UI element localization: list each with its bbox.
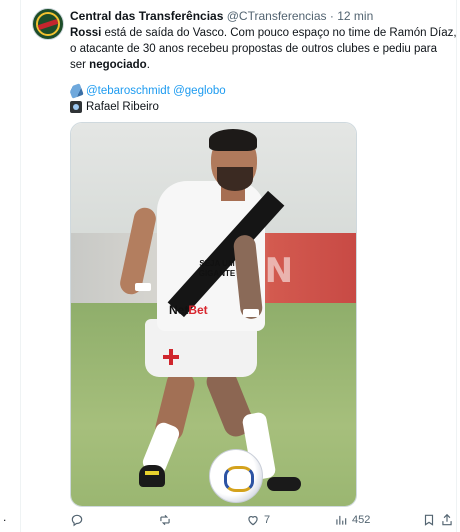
player-hair xyxy=(209,129,257,151)
shirt-sponsor-a: Net xyxy=(169,303,189,317)
shirt-slogan-top: SEJA UM xyxy=(199,259,235,268)
player-beard xyxy=(217,167,253,191)
avatar[interactable] xyxy=(32,8,64,40)
tweet-text-line-3: ser negociado. xyxy=(70,57,452,73)
heart-icon xyxy=(248,516,258,526)
tweet-text-bold-name: Rossi xyxy=(70,27,102,39)
credit-photo-row: Rafael Ribeiro xyxy=(70,99,226,115)
timeline-right-border xyxy=(456,0,457,532)
meta-separator: · xyxy=(329,9,334,23)
bookmark-button[interactable] xyxy=(422,512,436,528)
pen-icon xyxy=(68,83,84,99)
credit-links-row: @tebaroschmidt @geglobo xyxy=(68,83,226,99)
tweet-text-line-3-post: . xyxy=(146,59,150,71)
credit-links[interactable]: @tebaroschmidt @geglobo xyxy=(86,83,226,99)
player-right-boot xyxy=(267,477,301,491)
shirt-sponsor-b: Bet xyxy=(188,303,208,317)
credit-photographer: Rafael Ribeiro xyxy=(86,101,159,113)
share-icon xyxy=(442,513,452,526)
side-marker: . xyxy=(3,510,7,524)
tweet-text: Rossi está de saída do Vasco. Com pouco … xyxy=(70,25,457,73)
views-button[interactable]: 452 xyxy=(334,512,370,528)
reply-icon xyxy=(71,514,83,527)
bookmark-icon xyxy=(424,514,434,526)
retweet-button[interactable] xyxy=(158,512,176,528)
like-count: 7 xyxy=(264,514,271,526)
reply-button[interactable] xyxy=(70,512,88,528)
camera-icon xyxy=(70,101,82,113)
views-chart-icon xyxy=(336,515,347,525)
player-shirt-slogan: SEJA UM GIGANTE xyxy=(195,259,239,279)
player-shirt-sponsor: NetBet xyxy=(169,303,208,317)
tweet-text-line-2: o atacante de 30 anos recebeu propostas … xyxy=(70,43,437,55)
tweet-actions: 7 452 xyxy=(70,512,452,528)
retweet-icon xyxy=(160,514,170,526)
tweet-text-line-3-pre: ser xyxy=(70,59,90,71)
tweet-credits: @tebaroschmidt @geglobo Rafael Ribeiro xyxy=(68,83,226,115)
player-left-wristband xyxy=(135,283,151,291)
tweet-card[interactable]: Central das Transferências @CTransferenc… xyxy=(20,0,457,532)
shirt-slogan-bottom: GIGANTE xyxy=(198,269,236,278)
share-button[interactable] xyxy=(440,512,454,528)
soccer-ball xyxy=(209,449,263,503)
tweet-photo[interactable]: 4N SEJA UM GIGANTE NetBet xyxy=(70,122,357,507)
timestamp[interactable]: 12 min xyxy=(337,9,373,23)
views-count: 452 xyxy=(352,514,371,526)
tweet-text-bold-word: negociado xyxy=(89,59,147,71)
handle[interactable]: @CTransferencias xyxy=(227,9,327,23)
player-left-boot xyxy=(139,465,165,487)
player-right-wristband xyxy=(243,309,259,317)
tweet-header: Central das Transferências @CTransferenc… xyxy=(70,9,373,24)
display-name[interactable]: Central das Transferências xyxy=(70,9,223,23)
vasco-cross-icon xyxy=(163,349,179,365)
tweet-text-line-1: Rossi está de saída do Vasco. Com pouco … xyxy=(70,25,457,41)
tweet-text-line-1-rest: está de saída do Vasco. Com pouco espaço… xyxy=(101,27,457,39)
like-button[interactable]: 7 xyxy=(246,512,270,528)
